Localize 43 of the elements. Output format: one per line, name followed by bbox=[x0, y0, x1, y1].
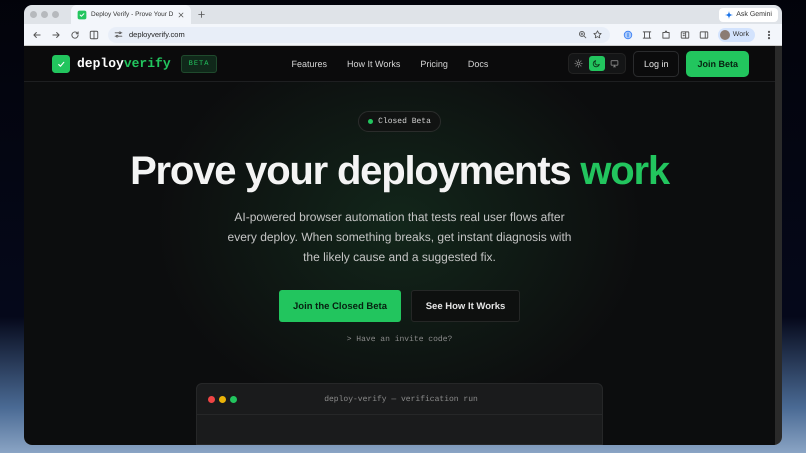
nav-link[interactable]: Pricing bbox=[420, 58, 448, 68]
see-how-it-works-button[interactable]: See How It Works bbox=[411, 290, 520, 322]
window-control-dot[interactable] bbox=[41, 11, 48, 18]
frame-icon[interactable] bbox=[642, 30, 652, 40]
traffic-light-dot bbox=[230, 396, 237, 402]
join-beta-button[interactable]: Join Beta bbox=[686, 50, 749, 76]
monitor-icon bbox=[610, 59, 620, 68]
back-icon[interactable] bbox=[32, 30, 42, 40]
hero-description: AI-powered browser automation that tests real user flows after every deploy. When something breaks, get instant diagnosis with the likely cause and a suggested fix. bbox=[226, 209, 572, 266]
window-control-dot[interactable] bbox=[52, 11, 59, 18]
pill-label: Closed Beta bbox=[378, 117, 431, 126]
reload-icon[interactable] bbox=[70, 30, 80, 40]
nav-link[interactable]: Docs bbox=[468, 58, 488, 68]
side-panel-icon[interactable] bbox=[698, 30, 709, 40]
plus-icon[interactable] bbox=[197, 10, 206, 19]
join-closed-beta-button[interactable]: Join the Closed Beta bbox=[279, 290, 401, 322]
avatar-icon bbox=[720, 30, 730, 40]
scrollbar[interactable] bbox=[775, 46, 782, 445]
sparkle-icon bbox=[725, 10, 734, 18]
info-icon[interactable] bbox=[622, 30, 633, 40]
close-icon[interactable] bbox=[177, 10, 186, 18]
check-logo-icon bbox=[52, 54, 70, 72]
terminal-title: deploy-verify — verification run bbox=[323, 394, 479, 404]
moon-icon bbox=[592, 59, 602, 68]
forward-icon[interactable] bbox=[51, 30, 61, 40]
sun-icon bbox=[574, 59, 584, 68]
split-view-icon[interactable] bbox=[89, 30, 99, 40]
login-button[interactable]: Log in bbox=[632, 50, 680, 76]
window-control-dot[interactable] bbox=[30, 11, 37, 18]
status-dot-icon bbox=[368, 119, 374, 124]
check-favicon-icon bbox=[77, 10, 87, 20]
hero-headline: Prove your deployments work bbox=[130, 149, 669, 194]
theme-option-button[interactable] bbox=[588, 56, 605, 71]
traffic-light-dot bbox=[208, 396, 215, 402]
nav-link[interactable]: How It Works bbox=[347, 58, 400, 68]
star-icon[interactable] bbox=[592, 30, 602, 39]
reading-list-icon[interactable] bbox=[680, 30, 690, 40]
site-settings-icon[interactable] bbox=[114, 30, 123, 39]
nav-link[interactable]: Features bbox=[292, 58, 328, 68]
invite-code-link[interactable]: > Have an invite code? bbox=[346, 335, 452, 344]
logo-wordmark[interactable]: deployverify bbox=[77, 56, 171, 71]
traffic-light-dot bbox=[219, 396, 226, 402]
zoom-icon[interactable] bbox=[578, 30, 587, 39]
